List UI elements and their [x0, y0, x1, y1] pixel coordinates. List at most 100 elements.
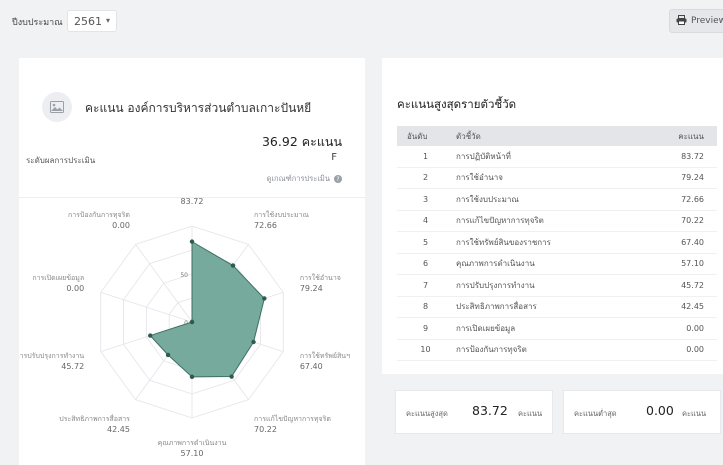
row-rank: 4: [422, 216, 429, 226]
radar-chart: 050การปฏิบัติหน้าที่83.72การใช้งบประมาณ7…: [19, 198, 350, 458]
radar-axis-label: การปรับปรุงการทำงาน: [19, 352, 84, 360]
table-row: 8 ประสิทธิภาพการสื่อสาร 42.45: [397, 297, 717, 318]
radar-axis-label: การใช้อำนาจ: [300, 273, 341, 282]
row-indicator: การใช้งบประมาณ: [456, 194, 519, 204]
total-score-unit: คะแนน: [301, 134, 342, 149]
min-score-label: คะแนนต่ำสุด: [574, 409, 617, 418]
radar-axis-value: 67.40: [300, 362, 323, 371]
table-row: 1 การปฏิบัติหน้าที่ 83.72: [397, 146, 717, 168]
table-row: 7 การปรับปรุงการทำงาน 45.72: [397, 275, 717, 297]
radar-data-point: [148, 333, 153, 338]
radar-tick-label: 0: [184, 320, 188, 327]
preview-label: Preview: [691, 16, 723, 26]
radar-axis-value: 0.00: [112, 221, 130, 230]
evaluation-level-label: ระดับผลการประเมิน: [26, 156, 96, 165]
row-score: 0.00: [686, 345, 704, 355]
radar-data-point: [230, 263, 236, 268]
table-row: 4 การแก้ไขปัญหาการทุจริต 70.22: [397, 211, 717, 232]
total-score-value: 36.92: [261, 134, 298, 149]
radar-axis-label: คุณภาพการดำเนินงาน: [158, 439, 227, 447]
table-header: อันดับ ตัวชี้วัด คะแนน: [397, 126, 717, 146]
radar-axis-label: การเปิดเผยข้อมูล: [32, 274, 84, 282]
organization-score-title: คะแนน องค์การบริหารส่วนตำบลเกาะปันหยี: [85, 101, 312, 115]
table-row: 3 การใช้งบประมาณ 72.66: [397, 189, 717, 211]
fiscal-year-label: ปีงบประมาณ: [12, 18, 63, 28]
radar-spoke: [135, 244, 193, 323]
radar-axis-label: การใช้งบประมาณ: [254, 210, 309, 219]
table-row: 6 คุณภาพการดำเนินงาน 57.10: [397, 254, 717, 275]
radar-axis-label: การป้องกันการทุจริต: [68, 211, 130, 219]
row-rank: 5: [422, 237, 429, 247]
row-indicator: ประสิทธิภาพการสื่อสาร: [456, 302, 537, 312]
table-row: 2 การใช้อำนาจ 79.24: [397, 168, 717, 189]
row-indicator: การแก้ไขปัญหาการทุจริต: [456, 216, 544, 226]
row-rank: 6: [422, 259, 429, 269]
row-rank: 3: [422, 194, 429, 204]
row-rank: 10: [420, 345, 431, 355]
row-score: 70.22: [681, 216, 704, 226]
radar-axis-value: 70.22: [254, 425, 277, 434]
row-score: 57.10: [681, 259, 704, 269]
row-rank: 2: [422, 173, 429, 183]
radar-axis-value: 57.10: [181, 449, 204, 458]
criteria-link[interactable]: ดูเกณฑ์การประเมิน ?: [267, 173, 342, 185]
radar-axis-label: การแก้ไขปัญหาการทุจริต: [254, 414, 331, 423]
printer-icon: [676, 14, 687, 28]
info-icon: ?: [334, 175, 342, 183]
row-indicator: การใช้ทรัพย์สินของราชการ: [456, 237, 551, 247]
row-rank: 7: [422, 280, 429, 290]
evaluation-grade: F: [331, 152, 337, 163]
chevron-down-icon: ▾: [105, 16, 110, 25]
min-score-unit: คะแนน: [682, 409, 707, 418]
max-score-unit: คะแนน: [518, 409, 543, 418]
radar-axis-value: 0.00: [66, 284, 84, 293]
row-indicator: การใช้อำนาจ: [456, 173, 503, 183]
radar-axis-label: การใช้ทรัพย์สินฯ: [300, 351, 350, 360]
row-score: 0.00: [686, 323, 704, 333]
fiscal-year-select[interactable]: 2561 ▾: [67, 10, 117, 32]
table-body: 1 การปฏิบัติหน้าที่ 83.72 2 การใช้อำนาจ 79.24…: [397, 146, 717, 361]
radar-data-point: [262, 296, 267, 301]
table-row: 5 การใช้ทรัพย์สินของราชการ 67.40: [397, 232, 717, 254]
ranking-card: คะแนนสูงสุดรายตัวชี้วัด อันดับ ตัวชี้วัด…: [382, 58, 723, 374]
total-score: 36.92 คะแนน: [262, 132, 342, 152]
table-row: 10 การป้องกันการทุจริต 0.00: [397, 340, 717, 361]
max-score-value: 83.72: [472, 403, 508, 418]
radar-axis-label: ประสิทธิภาพการสื่อสาร: [59, 414, 130, 423]
radar-data-point: [229, 374, 234, 379]
preview-button[interactable]: Preview: [669, 9, 723, 33]
row-score: 45.72: [681, 280, 704, 290]
row-rank: 9: [422, 323, 429, 333]
min-score-value: 0.00: [646, 403, 674, 418]
header-score: คะแนน: [678, 131, 704, 141]
ranking-table: อันดับ ตัวชี้วัด คะแนน 1 การปฏิบัติหน้าที…: [397, 126, 717, 361]
radar-axis-value: 45.72: [61, 362, 84, 371]
min-score-box: คะแนนต่ำสุด 0.00 คะแนน: [563, 390, 721, 434]
row-rank: 1: [422, 151, 429, 161]
radar-data-point: [189, 239, 195, 244]
row-score: 83.72: [681, 151, 704, 161]
radar-data-point: [251, 339, 256, 345]
row-score: 72.66: [681, 194, 704, 204]
row-score: 79.24: [681, 173, 704, 183]
radar-data-point: [189, 374, 195, 380]
row-indicator: คุณภาพการดำเนินงาน: [456, 259, 535, 269]
radar-tick-label: 50: [180, 272, 188, 279]
top-bar: ปีงบประมาณ 2561 ▾ Preview: [0, 0, 723, 46]
criteria-link-label: ดูเกณฑ์การประเมิน: [266, 174, 330, 183]
row-rank: 8: [422, 302, 429, 312]
radar-axis-value: 72.66: [254, 221, 277, 230]
image-icon: [42, 92, 72, 122]
radar-axis-value: 79.24: [300, 284, 323, 293]
radar-axis-value: 83.72: [181, 198, 204, 206]
summary-card: คะแนน องค์การบริหารส่วนตำบลเกาะปันหยี 36…: [19, 58, 365, 465]
header-indicator: ตัวชี้วัด: [456, 131, 481, 141]
row-indicator: การปฏิบัติหน้าที่: [456, 151, 511, 161]
row-score: 67.40: [681, 237, 704, 247]
ranking-title: คะแนนสูงสุดรายตัวชี้วัด: [397, 97, 517, 111]
radar-axis-value: 42.45: [107, 425, 130, 434]
fiscal-year-value: 2561: [74, 14, 102, 28]
row-indicator: การป้องกันการทุจริต: [456, 345, 527, 355]
row-indicator: การปรับปรุงการทำงาน: [456, 280, 535, 290]
max-score-box: คะแนนสูงสุด 83.72 คะแนน: [395, 390, 553, 434]
